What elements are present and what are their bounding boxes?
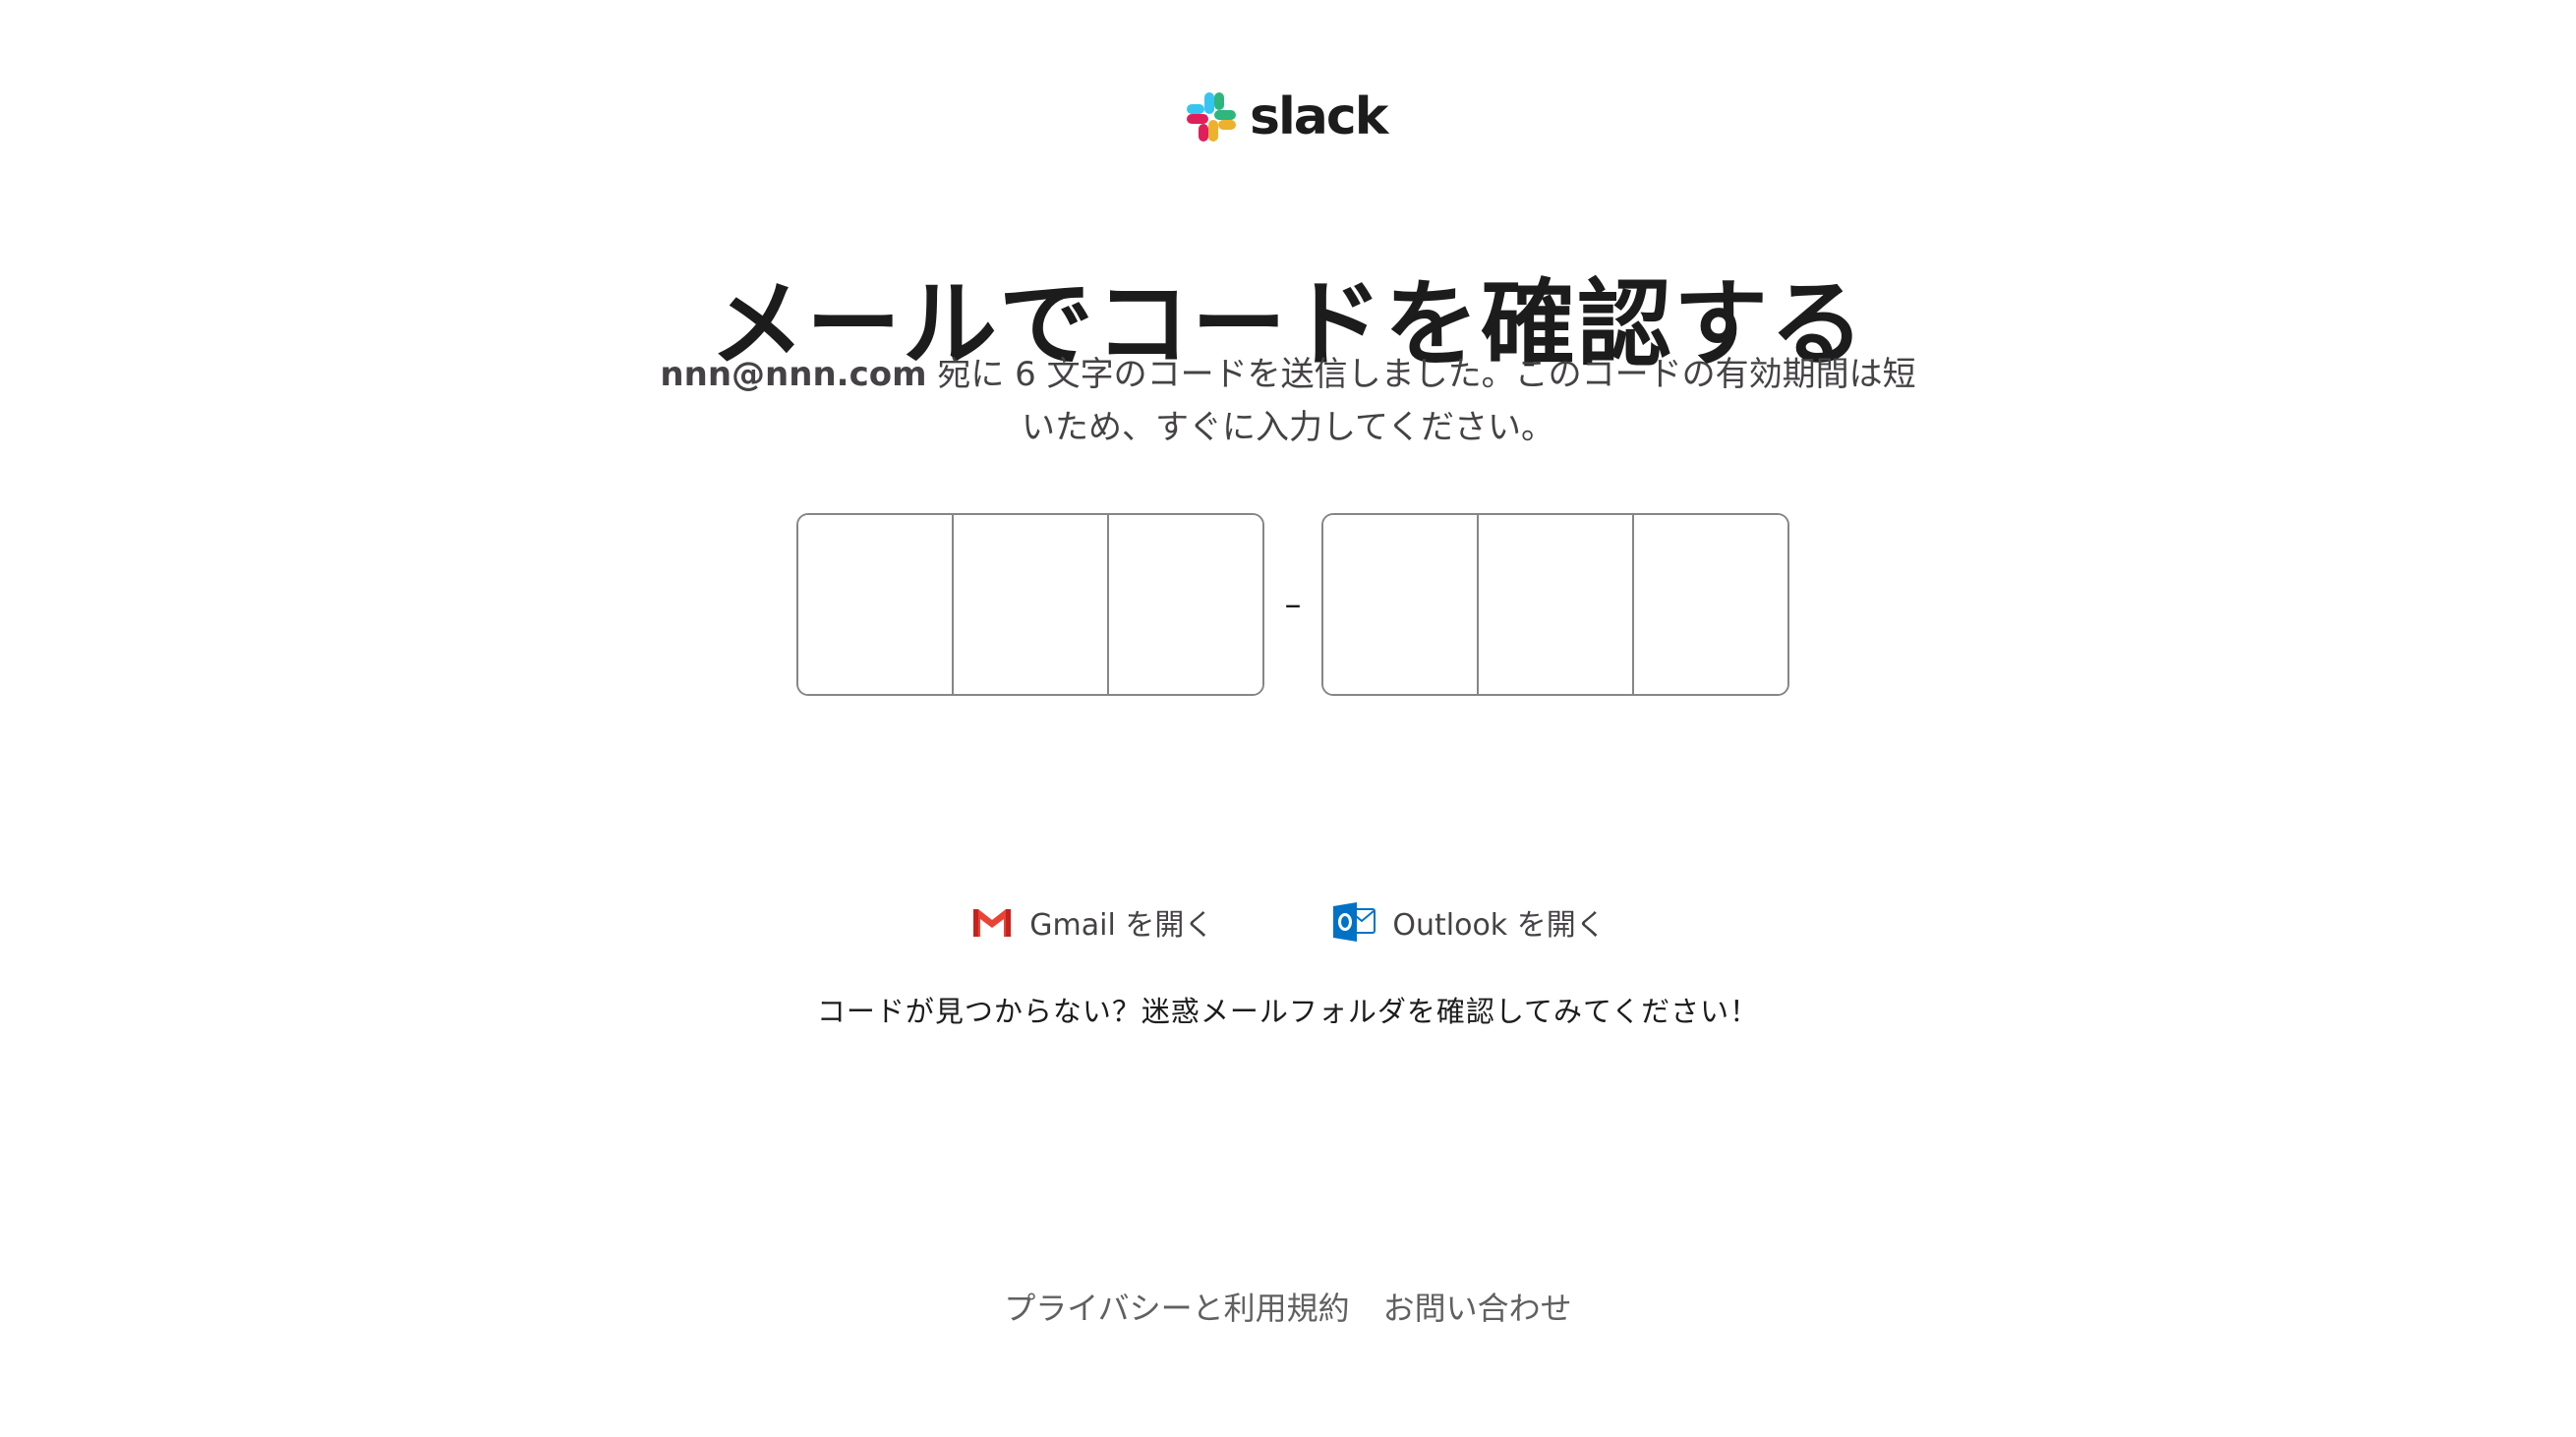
mail-links: Gmail を開く Outlook を開く	[0, 900, 2576, 944]
slack-logo-icon	[1187, 92, 1236, 142]
outlook-link-label: Outlook を開く	[1392, 908, 1606, 943]
gmail-icon	[973, 909, 1012, 937]
code-digit-1[interactable]	[798, 515, 954, 694]
outlook-icon	[1333, 902, 1376, 942]
code-digit-5[interactable]	[1479, 515, 1634, 694]
page: slack メールでコードを確認する nnn@nnn.com 宛に 6 文字のコ…	[0, 0, 2576, 1437]
footer: プライバシーと利用規約 お問い合わせ	[0, 1284, 2576, 1329]
code-group-second	[1321, 513, 1789, 696]
code-digit-4[interactable]	[1323, 515, 1479, 694]
code-group-first	[796, 513, 1264, 696]
slack-logo: slack	[1185, 87, 1388, 146]
code-separator: –	[1284, 585, 1302, 624]
privacy-terms-link[interactable]: プライバシーと利用規約	[1004, 1284, 1349, 1329]
description-text: 宛に 6 文字のコードを送信しました。このコードの有効期間は短いため、すぐに入力…	[926, 355, 1916, 447]
code-digit-3[interactable]	[1109, 515, 1262, 694]
open-outlook-link[interactable]: Outlook を開く	[1331, 900, 1606, 944]
gmail-link-label: Gmail を開く	[1029, 908, 1214, 943]
open-gmail-link[interactable]: Gmail を開く	[970, 900, 1213, 944]
spam-folder-hint: コードが見つからない？迷惑メールフォルダを確認してみてください！	[816, 995, 1760, 1028]
code-digit-2[interactable]	[954, 515, 1109, 694]
contact-link[interactable]: お問い合わせ	[1383, 1284, 1572, 1329]
code-sent-description: nnn@nnn.com 宛に 6 文字のコードを送信しました。このコードの有効期…	[649, 348, 1927, 454]
code-input-row: –	[796, 513, 1789, 696]
recipient-email: nnn@nnn.com	[660, 355, 927, 394]
code-digit-6[interactable]	[1634, 515, 1787, 694]
slack-wordmark: slack	[1250, 87, 1388, 146]
